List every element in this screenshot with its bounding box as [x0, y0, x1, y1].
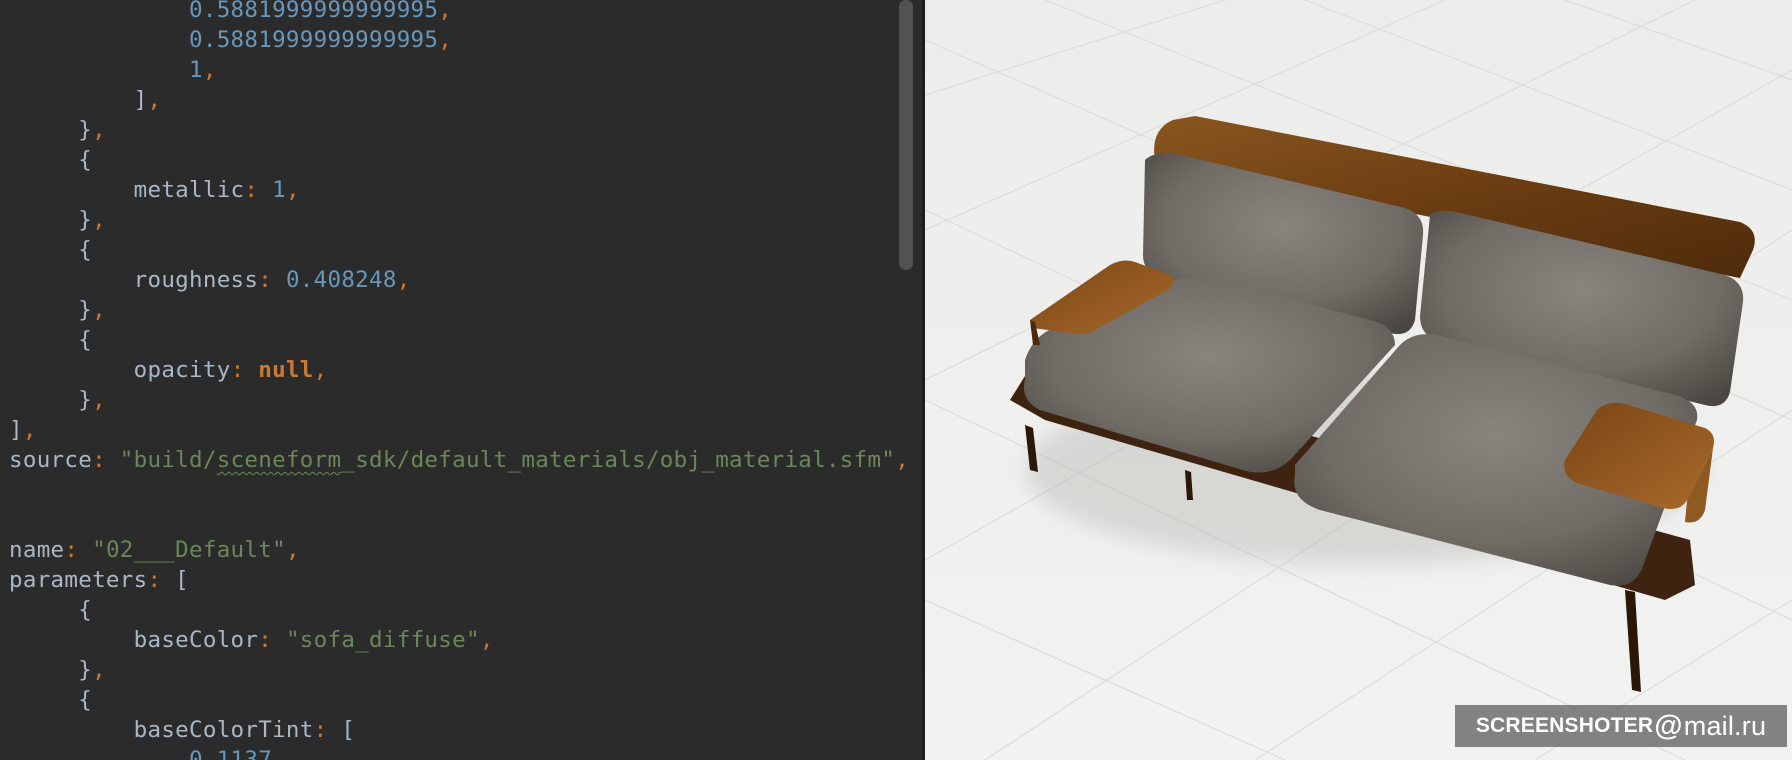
code-line: }, [78, 387, 106, 413]
spellcheck-word: sceneform [216, 447, 342, 473]
name-value: "02___Default" [92, 537, 286, 563]
code-line: baseColor: "sofa_diffuse", [133, 627, 494, 653]
code-line: }, [78, 297, 106, 323]
watermark-domain: mail.ru [1683, 710, 1767, 741]
source-value-rest: _sdk/default_materials/obj_material.sfm" [341, 447, 896, 473]
3d-viewport[interactable]: SCREENSHOTER @ mail.ru [925, 0, 1792, 760]
basecolor-key: baseColor [133, 627, 259, 653]
metallic-key: metallic [133, 177, 245, 203]
metallic-value: 1 [272, 177, 286, 203]
code-line: opacity: null, [133, 357, 328, 383]
roughness-value: 0.408248 [285, 267, 397, 293]
vertical-scrollbar[interactable] [899, 0, 913, 270]
code-line: metallic: 1, [133, 177, 300, 203]
code-line: { [78, 687, 93, 713]
code-line: parameters: [ [9, 567, 190, 593]
code-line: baseColorTint: [ [133, 717, 356, 743]
basecolortint-key: baseColorTint [133, 717, 314, 743]
number-literal: 0.1137 [189, 747, 273, 760]
name-key: name [9, 537, 65, 563]
code-line: 0.1137 [9, 745, 272, 760]
roughness-key: roughness [133, 267, 259, 293]
code-editor[interactable]: 0.5881999999999995, 0.5881999999999995, … [0, 0, 922, 760]
code-line: name: "02___Default", [9, 537, 300, 563]
number-literal: 1 [189, 57, 203, 83]
app-window: 0.5881999999999995, 0.5881999999999995, … [0, 0, 1792, 760]
watermark-at: @ [1654, 709, 1683, 742]
code-line: { [78, 327, 93, 353]
screenshoter-watermark: SCREENSHOTER @ mail.ru [1455, 705, 1787, 747]
code-line: }, [78, 657, 106, 683]
code-line: ], [9, 417, 37, 443]
code-line: 0.5881999999999995, [189, 27, 453, 53]
code-line: { [78, 237, 93, 263]
source-key: source [9, 447, 93, 473]
number-literal: 0.5881999999999995 [189, 0, 439, 23]
parameters-key: parameters [9, 567, 148, 593]
basecolor-value: "sofa_diffuse" [285, 627, 480, 653]
code-line: roughness: 0.408248, [133, 267, 411, 293]
code-line: ], [133, 87, 162, 113]
opacity-key: opacity [133, 357, 231, 383]
source-value-open: "build/ [119, 447, 217, 473]
code-line: }, [78, 117, 106, 143]
opacity-value: null [258, 357, 314, 383]
code-line: source: "build/sceneform_sdk/default_mat… [9, 447, 910, 473]
watermark-brand: SCREENSHOTER [1475, 714, 1654, 737]
code-line: { [78, 597, 93, 623]
code-line: }, [78, 207, 106, 233]
code-line: { [78, 147, 93, 173]
code-line: 0.5881999999999995, [9, 0, 452, 25]
number-literal: 0.5881999999999995 [189, 27, 439, 53]
code-line: 1, [189, 57, 217, 83]
scene-canvas[interactable] [925, 0, 1792, 760]
